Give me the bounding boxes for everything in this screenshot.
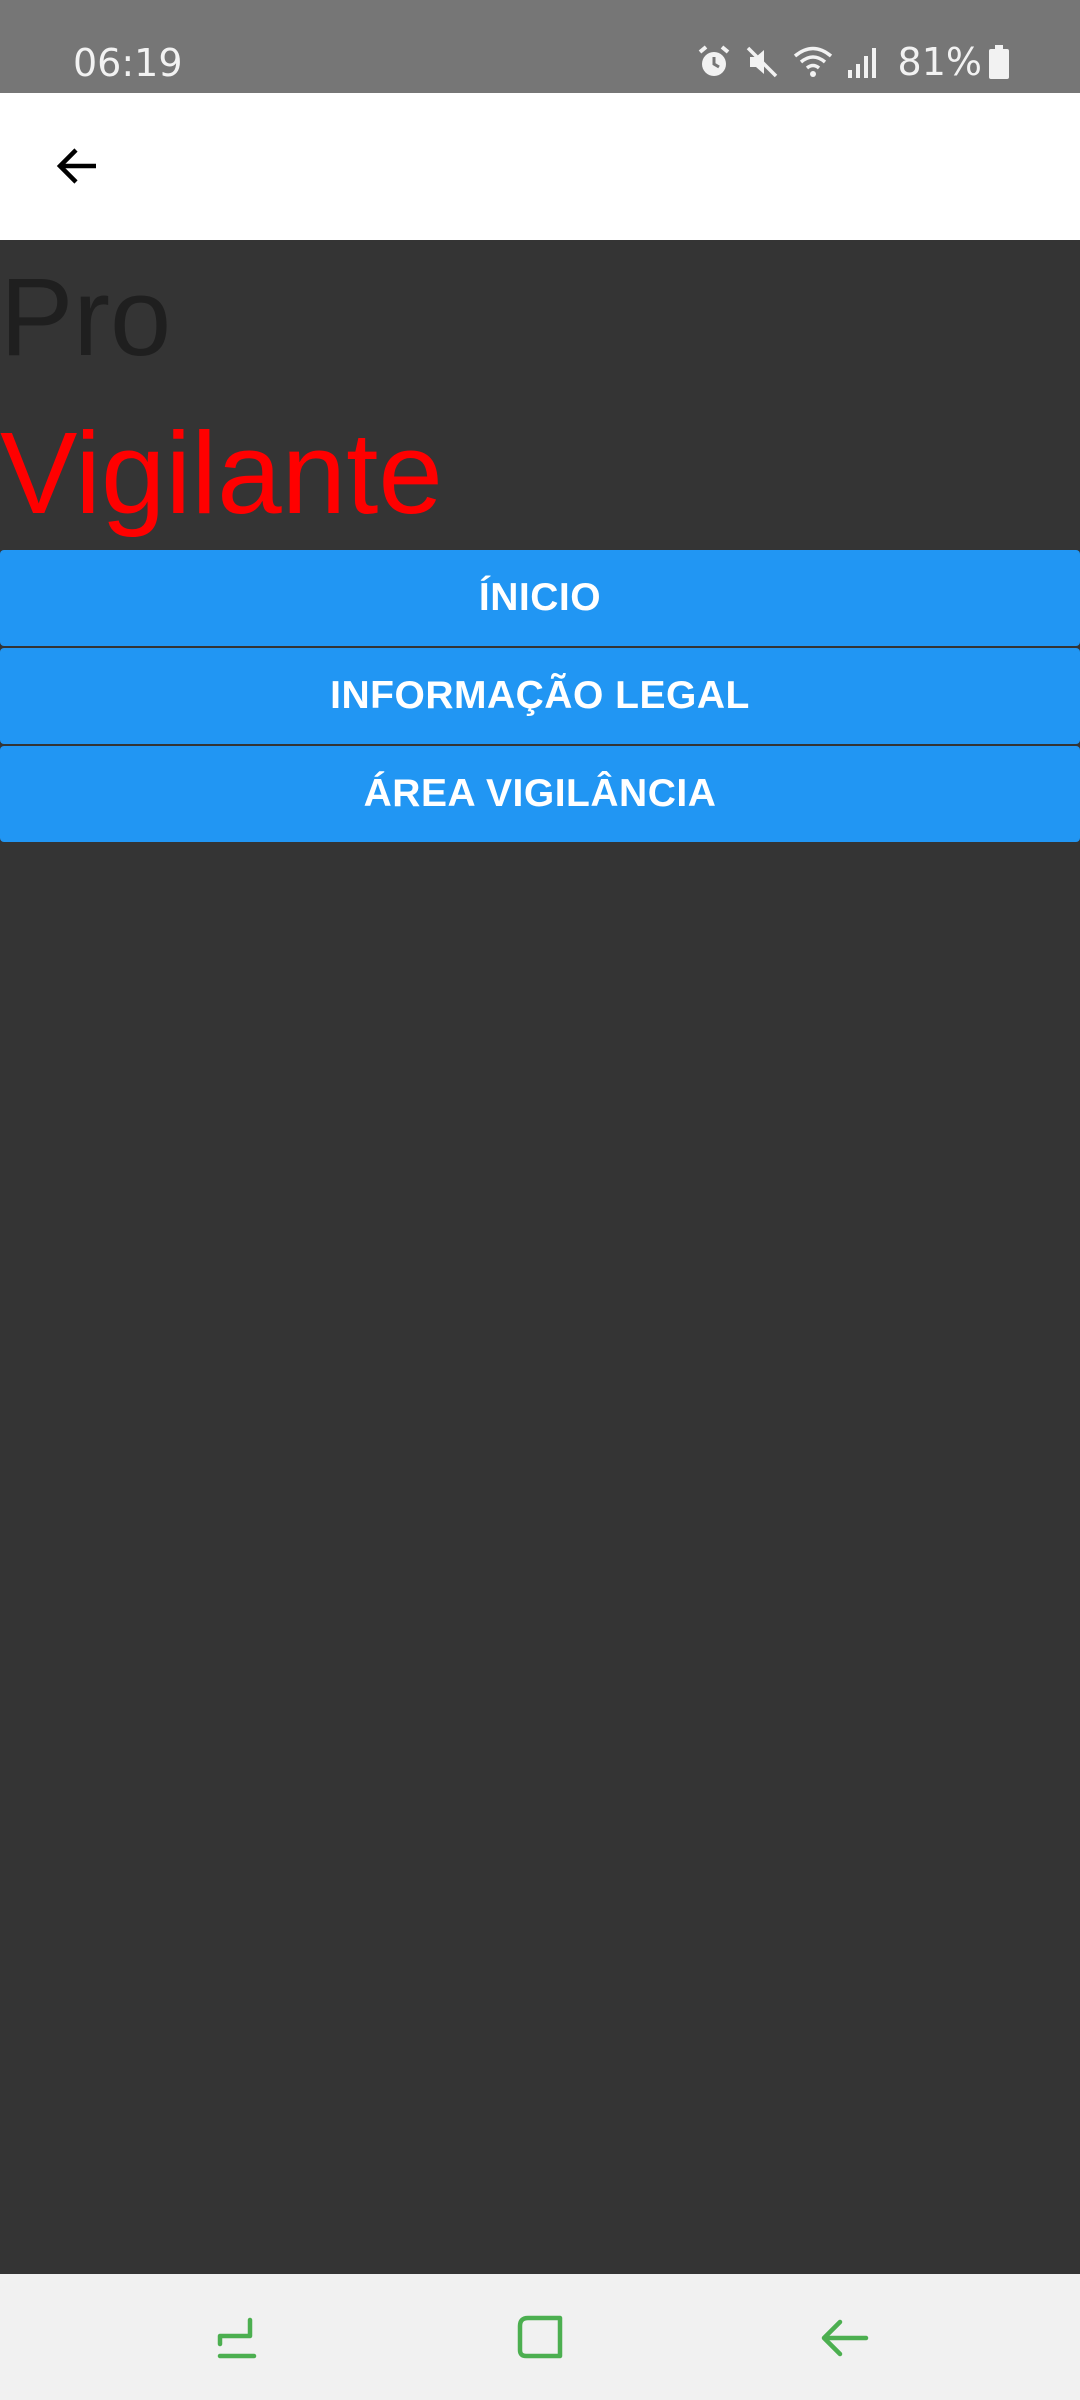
home-button[interactable]: [500, 2298, 580, 2378]
area-vigilancia-button[interactable]: ÁREA VIGILÂNCIA: [0, 746, 1080, 842]
battery-percent: 81%: [897, 40, 982, 84]
main-menu: ÍNICIO INFORMAÇÃO LEGAL ÁREA VIGILÂNCIA: [0, 550, 1080, 844]
wifi-icon: [792, 38, 834, 86]
informacao-legal-button[interactable]: INFORMAÇÃO LEGAL: [0, 648, 1080, 744]
brand-title-pro: Pro: [0, 256, 172, 379]
system-nav-bar: [0, 2274, 1080, 2400]
app-bar: [0, 93, 1080, 240]
nav-back-button[interactable]: [804, 2298, 884, 2378]
status-bar: 06:19 81%: [0, 0, 1080, 93]
home-icon: [514, 2312, 566, 2364]
arrow-left-icon: [52, 142, 100, 190]
alarm-icon: [696, 38, 732, 86]
status-time: 06:19: [73, 41, 183, 85]
recent-apps-button[interactable]: [200, 2298, 280, 2378]
mute-icon: [744, 38, 780, 86]
recent-apps-icon: [214, 2312, 266, 2364]
status-icons: 81%: [684, 38, 1010, 86]
back-button[interactable]: [30, 120, 122, 212]
inicio-button[interactable]: ÍNICIO: [0, 550, 1080, 646]
brand-title-vigilante: Vigilante: [0, 408, 443, 538]
battery-icon: [988, 38, 1010, 86]
back-icon: [818, 2312, 870, 2364]
signal-icon: [846, 38, 880, 86]
